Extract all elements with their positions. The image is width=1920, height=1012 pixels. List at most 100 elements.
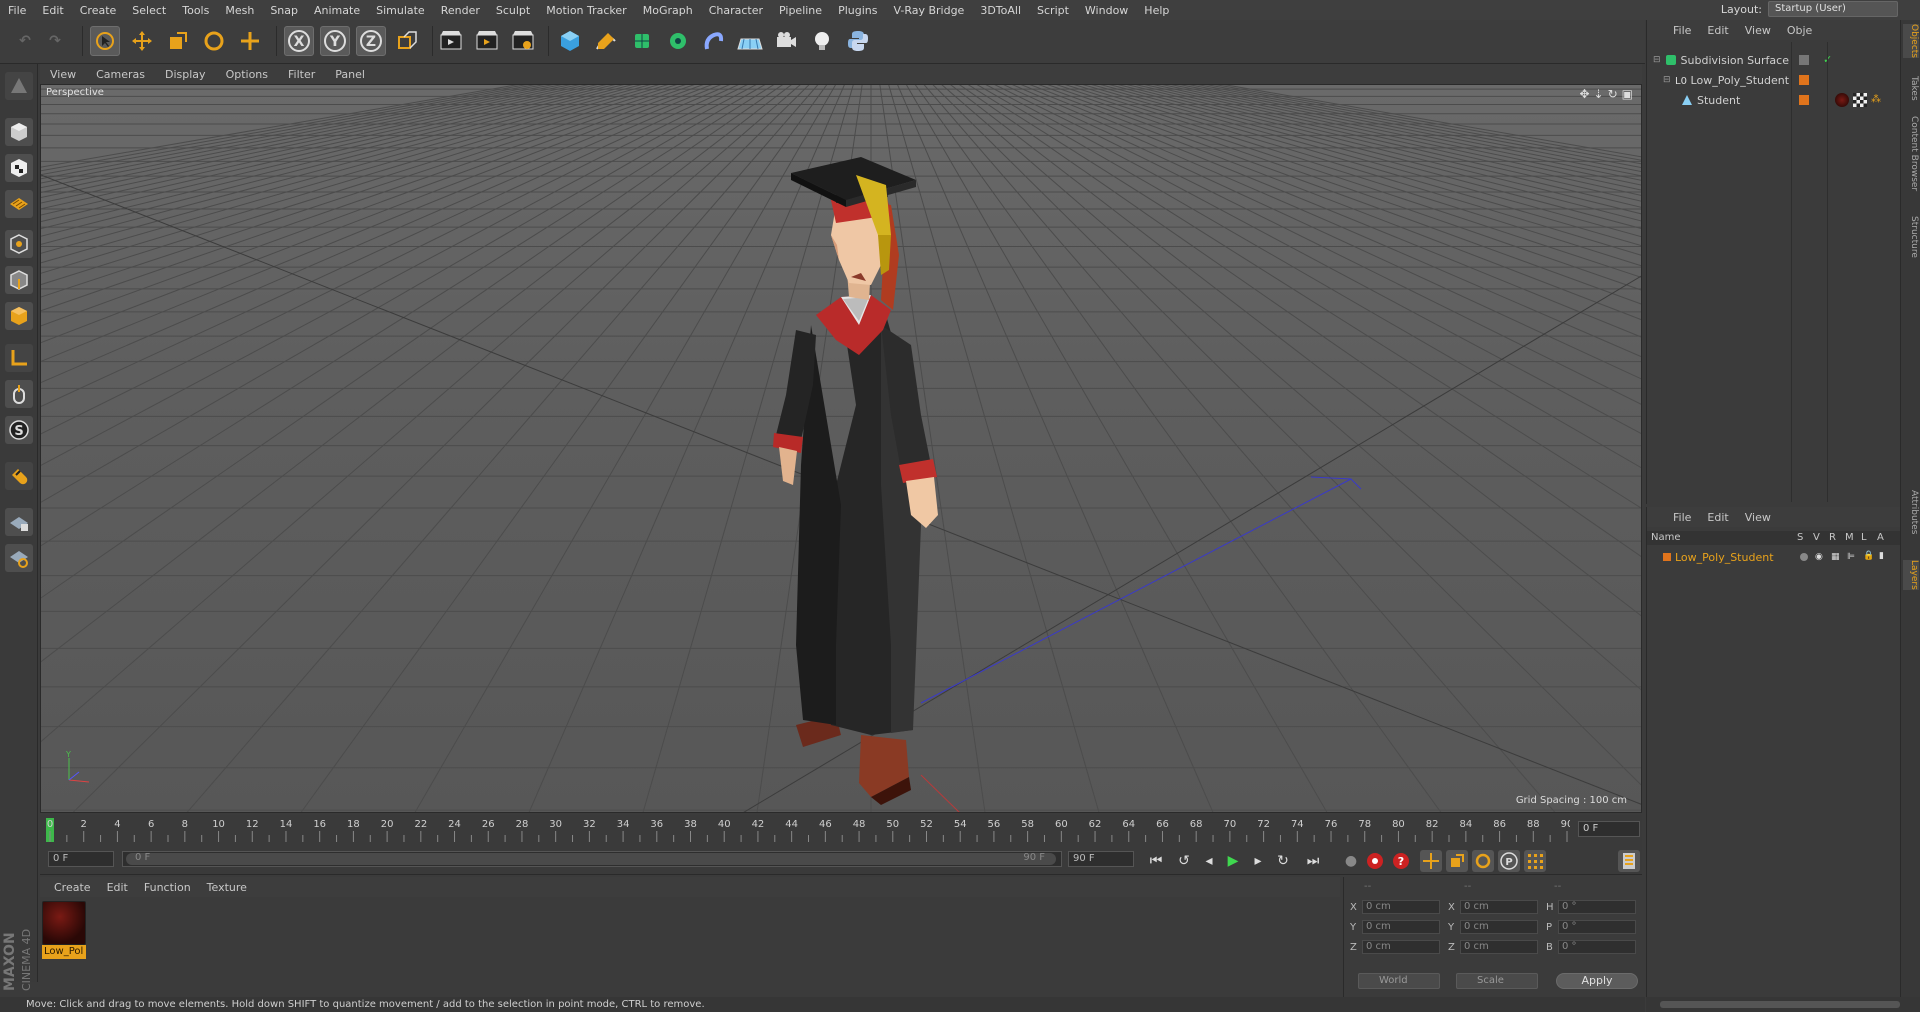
uvw-tag-icon[interactable]: ⁂ [1871, 94, 1881, 105]
go-to-end-icon[interactable]: ⏭ [1302, 850, 1324, 872]
workplane-lock-icon[interactable] [5, 508, 33, 536]
key-parameter-icon[interactable]: P [1498, 850, 1520, 872]
next-frame-icon[interactable]: ▸ [1247, 850, 1269, 872]
coord-value-field[interactable]: 0 ° [1558, 940, 1636, 954]
viewport-menu-options[interactable]: Options [216, 68, 278, 81]
menu-script[interactable]: Script [1029, 4, 1077, 17]
menu-snap[interactable]: Snap [262, 4, 306, 17]
coord-value-field[interactable]: 0 cm [1460, 900, 1538, 914]
menu-mesh[interactable]: Mesh [217, 4, 262, 17]
layer-menu-file[interactable]: File [1673, 511, 1699, 524]
object-row-student[interactable]: Student ⁂ [1647, 90, 1901, 110]
record-keys-icon[interactable]: ● [1340, 850, 1362, 872]
camera-object-icon[interactable] [771, 26, 801, 56]
coord-value-field[interactable]: 0 cm [1362, 900, 1440, 914]
coord-value-field[interactable]: 0 cm [1362, 920, 1440, 934]
material-menu-function[interactable]: Function [136, 881, 199, 894]
tab-structure[interactable]: Structure [1903, 216, 1919, 258]
timeline-ruler[interactable]: 0 2 4 6 8 10 12 14 16 18 20 22 24 26 28 30 32 34 36 38 40 42 4… [40, 815, 1642, 845]
axis-mode-icon[interactable] [5, 344, 33, 372]
menu-simulate[interactable]: Simulate [368, 4, 433, 17]
key-point-level-icon[interactable] [1524, 850, 1546, 872]
tab-layers[interactable]: Layers [1903, 560, 1919, 590]
render-picture-viewer-icon[interactable] [472, 26, 502, 56]
size-mode-dropdown[interactable]: Scale [1456, 973, 1538, 989]
keyframe-selection-icon[interactable]: ? [1390, 850, 1412, 872]
coordinate-system-icon[interactable] [392, 26, 422, 56]
polygon-mode-icon[interactable] [5, 302, 33, 330]
solo-toggle-icon[interactable] [1800, 553, 1808, 561]
material-menu-create[interactable]: Create [46, 881, 99, 894]
make-editable-icon[interactable] [5, 72, 33, 100]
scale-tool-icon[interactable] [163, 26, 193, 56]
cube-object-icon[interactable] [555, 26, 585, 56]
coordinate-mode-dropdown[interactable]: World [1358, 973, 1440, 989]
light-object-icon[interactable] [807, 26, 837, 56]
key-position-icon[interactable] [1420, 850, 1442, 872]
animation-toggle-icon[interactable]: ▮ [1879, 551, 1884, 561]
frame-range-slider[interactable]: 0 F 90 F [122, 851, 1062, 867]
material-swatch[interactable]: Low_Pol [42, 901, 86, 959]
menu-animate[interactable]: Animate [306, 4, 368, 17]
menu-mograph[interactable]: MoGraph [635, 4, 701, 17]
object-row-low-poly-student[interactable]: ⊟ L0 Low_Poly_Student [1647, 70, 1901, 90]
layout-selector[interactable]: Layout: Startup (User) [1721, 1, 1898, 17]
menu-character[interactable]: Character [701, 4, 771, 17]
object-row-subdivision-surface[interactable]: ⊟ Subdivision Surface ✓ [1647, 50, 1901, 70]
orbit-icon[interactable]: ↻ [1608, 87, 1618, 101]
lock-icon[interactable]: 🔒 [1863, 551, 1874, 561]
select-tool-icon[interactable] [90, 26, 120, 56]
go-to-start-icon[interactable]: ⏮ [1145, 850, 1167, 872]
pen-spline-icon[interactable] [591, 26, 621, 56]
material-tag-icon[interactable] [1835, 93, 1849, 107]
menu-help[interactable]: Help [1136, 4, 1177, 17]
previous-frame-icon[interactable]: ◂ [1198, 850, 1220, 872]
viewport-menu-filter[interactable]: Filter [278, 68, 325, 81]
manager-toggle-icon[interactable]: ⊫ [1847, 552, 1855, 562]
menu-plugins[interactable]: Plugins [830, 4, 885, 17]
layer-menu-view[interactable]: View [1745, 511, 1779, 524]
max-frame-field[interactable]: 90 F [1068, 851, 1134, 867]
layer-menu-edit[interactable]: Edit [1707, 511, 1736, 524]
transform-tool-icon[interactable] [235, 26, 265, 56]
apply-button[interactable]: Apply [1556, 973, 1638, 989]
model-mode-icon[interactable] [5, 118, 33, 146]
tweak-mode-icon[interactable] [5, 380, 33, 408]
x-axis-lock-icon[interactable]: X [284, 26, 314, 56]
range-slider-track[interactable] [126, 853, 1056, 865]
viewport-menu-cameras[interactable]: Cameras [86, 68, 155, 81]
viewport-menu-panel[interactable]: Panel [325, 68, 375, 81]
menu-3dtoall[interactable]: 3DToAll [972, 4, 1029, 17]
coord-value-field[interactable]: 0 ° [1558, 920, 1636, 934]
layer-row-low-poly-student[interactable]: Low_Poly_Student ◉ ▦ ⊫ 🔒 ▮ [1647, 547, 1901, 567]
object-menu-edit[interactable]: Edit [1707, 24, 1736, 37]
menu-window[interactable]: Window [1077, 4, 1136, 17]
student-model[interactable] [741, 85, 1041, 805]
tree-expand-icon[interactable]: ⊟ [1653, 55, 1661, 65]
horizontal-scrollbar[interactable] [1660, 1001, 1900, 1008]
next-key-icon[interactable]: ↻ [1272, 850, 1294, 872]
y-axis-lock-icon[interactable]: Y [320, 26, 350, 56]
timeline-window-icon[interactable] [1618, 850, 1640, 872]
floor-object-icon[interactable] [735, 26, 765, 56]
subdivision-surface-icon[interactable] [627, 26, 657, 56]
python-icon[interactable] [843, 26, 873, 56]
maximize-icon[interactable]: ▣ [1622, 87, 1633, 101]
edge-mode-icon[interactable] [5, 266, 33, 294]
menu-motion-tracker[interactable]: Motion Tracker [538, 4, 634, 17]
visible-eye-icon[interactable]: ◉ [1815, 552, 1823, 562]
object-menu-view[interactable]: View [1745, 24, 1779, 37]
coord-value-field[interactable]: 0 cm [1460, 920, 1538, 934]
previous-key-icon[interactable]: ↺ [1173, 850, 1195, 872]
zoom-icon[interactable]: ⇣ [1594, 87, 1604, 101]
rotate-tool-icon[interactable] [199, 26, 229, 56]
object-menu-file[interactable]: File [1673, 24, 1699, 37]
current-frame-field[interactable]: 0 F [1578, 821, 1640, 837]
render-toggle-icon[interactable]: ▦ [1831, 552, 1840, 562]
pan-icon[interactable]: ✥ [1579, 87, 1589, 101]
deformer-icon[interactable] [699, 26, 729, 56]
texture-tag-icon[interactable] [1853, 93, 1867, 107]
play-icon[interactable]: ▶ [1222, 850, 1244, 872]
tab-objects[interactable]: Objects [1903, 24, 1919, 59]
viewport-menu-display[interactable]: Display [155, 68, 216, 81]
